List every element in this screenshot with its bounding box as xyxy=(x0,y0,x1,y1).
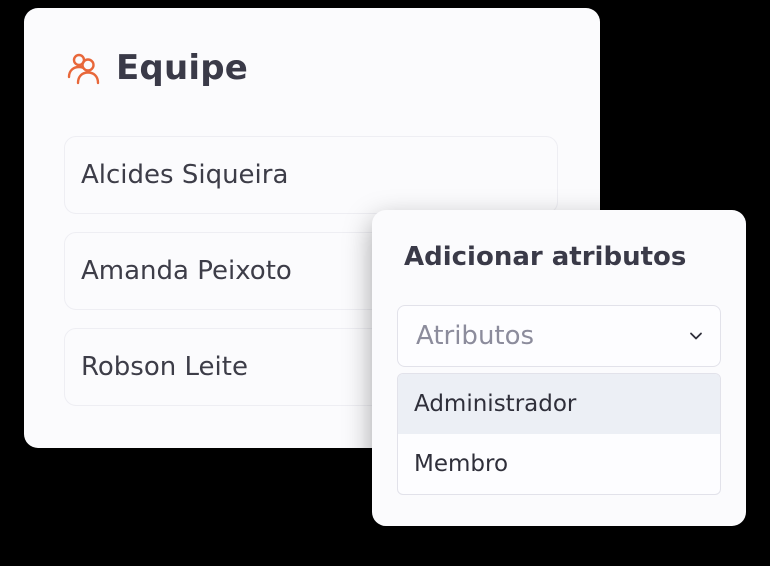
option-membro[interactable]: Membro xyxy=(398,434,720,494)
users-icon xyxy=(67,53,100,85)
team-header: Equipe xyxy=(66,48,248,88)
attributes-select-placeholder: Atributos xyxy=(416,321,535,351)
member-row[interactable]: Alcides Siqueira xyxy=(64,136,558,214)
attributes-popover: Adicionar atributos Atributos Administra… xyxy=(372,210,746,526)
stage: Equipe Alcides Siqueira Amanda Peixoto R… xyxy=(0,0,770,566)
option-label: Membro xyxy=(414,451,509,477)
attributes-title: Adicionar atributos xyxy=(404,242,687,272)
attributes-options-list: Administrador Membro xyxy=(397,373,721,495)
member-name: Alcides Siqueira xyxy=(81,160,289,190)
member-name: Amanda Peixoto xyxy=(81,256,292,286)
option-administrador[interactable]: Administrador xyxy=(398,374,720,434)
chevron-down-icon[interactable] xyxy=(688,328,704,344)
attributes-select[interactable]: Atributos xyxy=(397,305,721,367)
option-label: Administrador xyxy=(414,391,577,417)
member-name: Robson Leite xyxy=(81,352,248,382)
team-title: Equipe xyxy=(116,48,249,88)
